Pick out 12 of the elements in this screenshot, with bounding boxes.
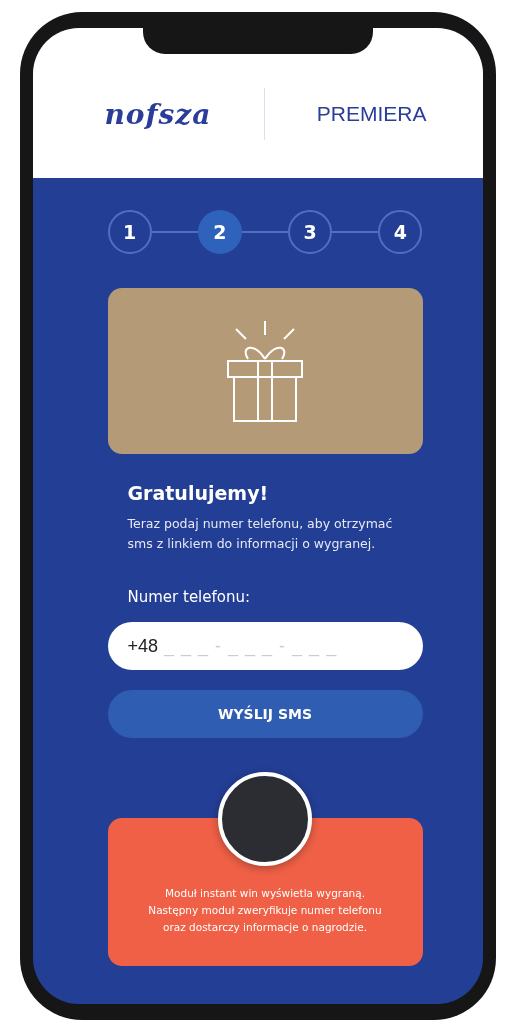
description: Teraz podaj numer telefonu, aby otrzymać sms z linkiem do informacji o wygranej. <box>127 515 394 553</box>
step-indicator[interactable]: 1 <box>107 210 152 254</box>
heading: Gratulujemy! <box>127 482 270 504</box>
step-indicator[interactable]: 4 <box>378 210 423 254</box>
send-sms-button[interactable]: WYŚLIJ SMS <box>107 690 423 738</box>
step-indicator[interactable]: 3 <box>288 210 333 254</box>
logo: nofsza <box>104 97 212 131</box>
phone-field[interactable]: +48 _ _ _ - _ _ _ - _ _ _ <box>107 622 423 670</box>
step-indicator[interactable]: 2 <box>197 210 242 254</box>
field-label: Numer telefonu: <box>127 588 252 606</box>
info-text: Moduł instant win wyświetla wygraną. Następny moduł zweryfikuje numer telefonu oraz dostarczy informacje o nagrodzie. <box>148 886 382 935</box>
header-title: PREMIERA <box>316 102 427 126</box>
